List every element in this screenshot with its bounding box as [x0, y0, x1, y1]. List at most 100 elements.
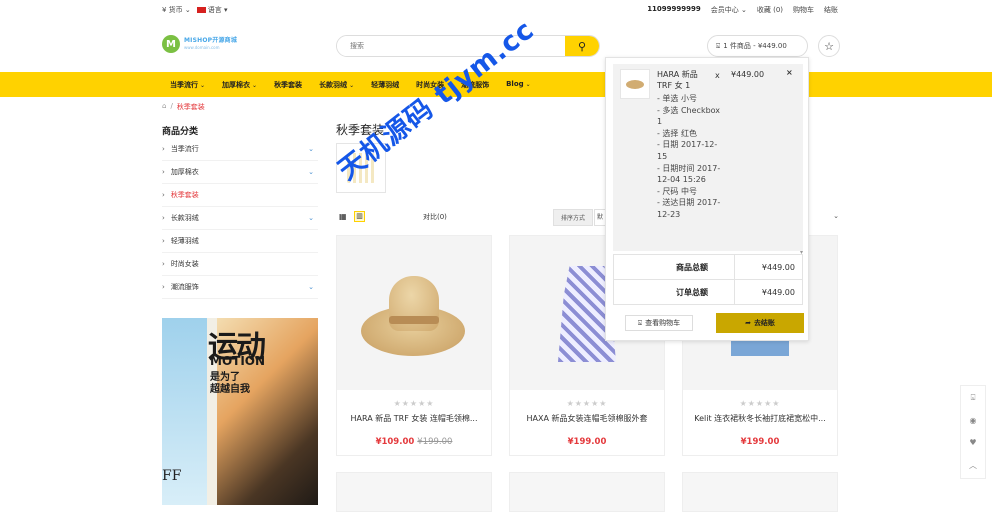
sidebar-category-item[interactable]: › 秋季套装 [162, 184, 318, 207]
chevron-down-icon: ⌄ [525, 81, 531, 88]
home-icon[interactable]: ⌂ [162, 102, 166, 112]
search-button[interactable]: ⚲ [565, 36, 599, 56]
checkout-link[interactable]: 结账 [824, 5, 838, 15]
expand-chevron-icon[interactable]: ⌄ [308, 214, 314, 222]
product-price: ¥199.00 [740, 437, 780, 447]
product-card[interactable] [682, 472, 838, 512]
cart-icon: ⌺ [637, 318, 643, 327]
category-list: › 当季流行 ⌄ › 加厚棉衣 ⌄ › 秋季套装 › 长款羽绒 ⌄ › 轻薄羽绒 › 时尚女装 › 潮流服饰 ⌄ [162, 138, 318, 299]
product-name[interactable]: HAXA 新品女装连帽毛领棉服外套 [514, 413, 660, 424]
product-card[interactable]: ★★★★★ HARA 新品 TRF 女装 连帽毛领棉... ¥109.00 ¥19… [336, 235, 492, 456]
expand-chevron-icon[interactable]: ⌄ [308, 283, 314, 291]
logo-mark-icon: M [162, 35, 180, 53]
subtotal-value: ¥449.00 [734, 254, 803, 280]
cart-item-qty: x [715, 71, 720, 80]
rating-stars: ★★★★★ [566, 399, 608, 408]
chevron-right-icon: › [162, 168, 165, 176]
nav-item[interactable]: 轻薄羽绒 [371, 80, 399, 90]
grid-view-icon[interactable]: ▥ [354, 211, 365, 222]
cart-dropdown: HARA 新品 TRF 女 1 x ¥449.00 × - 单选 小号 - 多选… [605, 57, 809, 341]
cart-item-name[interactable]: HARA 新品 TRF 女 1 [657, 69, 703, 91]
banner-fragment: FF [162, 468, 182, 484]
sidebar-category-item[interactable]: › 加厚棉衣 ⌄ [162, 161, 318, 184]
sidebar-category-item[interactable]: › 轻薄羽绒 [162, 230, 318, 253]
top-utility-bar: ¥ 货币 ⌄ 语言 ▾ 11099999999 会员中心 ⌄ 收藏 (0) 购物… [0, 0, 992, 20]
nav-item[interactable]: 当季流行 ⌄ [170, 80, 205, 90]
cart-item-option: - 选择 红色 [657, 128, 697, 138]
chevron-right-icon: › [162, 260, 165, 268]
heart-icon[interactable]: ♥ [969, 438, 976, 447]
banner-subheading: MOTION [210, 354, 266, 368]
nav-item[interactable]: 长款羽绒 ⌄ [319, 80, 354, 90]
chevron-down-icon: ⌄ [349, 82, 355, 89]
cart-item-option: - 日期 2017-12-15 [657, 140, 718, 161]
search-icon: ⚲ [577, 39, 587, 53]
table-row: 商品总额 ¥449.00 [613, 254, 803, 280]
sidebar-category-item[interactable]: › 潮流服饰 ⌄ [162, 276, 318, 299]
sidebar-promo-banner[interactable]: 运动 MOTION 是为了 超越自我 FF [162, 318, 318, 505]
site-logo[interactable]: M MISHOP开源商城 www.domain.com [162, 33, 257, 55]
cart-item-image[interactable] [620, 69, 650, 99]
nav-item[interactable]: 秋季套装 [274, 80, 302, 90]
breadcrumb: ⌂ / 秋季套装 [162, 102, 205, 112]
product-image[interactable] [337, 236, 491, 390]
view-cart-button[interactable]: ⌺ 查看购物车 [625, 315, 693, 331]
chevron-down-icon[interactable]: ⌄ [833, 212, 839, 220]
header-cart-button[interactable]: ⌺ 1 件商品 - ¥449.00 [707, 35, 808, 57]
nav-item[interactable]: Blog ⌄ [506, 80, 531, 90]
cart-item-list: HARA 新品 TRF 女 1 x ¥449.00 × - 单选 小号 - 多选… [613, 64, 803, 256]
cart-link[interactable]: 购物车 [793, 5, 814, 15]
account-links: 11099999999 会员中心 ⌄ 收藏 (0) 购物车 结账 [647, 5, 838, 15]
wishlist-button[interactable]: ☆ [818, 35, 840, 57]
main-nav-list: 当季流行 ⌄ 加厚棉衣 ⌄ 秋季套装 长款羽绒 ⌄ 轻薄羽绒 时尚女装 潮流服饰 Blog ⌄ [170, 80, 548, 90]
product-card[interactable] [509, 472, 665, 512]
product-name[interactable]: Kelit 连衣裙秋冬长袖打底裙宽松中... [687, 413, 833, 424]
cart-item-option: - 日期时间 2017-12-04 15:26 [657, 163, 721, 185]
product-name[interactable]: HARA 新品 TRF 女装 连帽毛领棉... [341, 413, 487, 424]
chevron-right-icon: › [162, 145, 165, 153]
member-center-link[interactable]: 会员中心 ⌄ [711, 5, 747, 15]
remove-item-icon[interactable]: × [786, 68, 793, 77]
sidebar-title: 商品分类 [162, 127, 199, 137]
sidebar-category-item[interactable]: › 当季流行 ⌄ [162, 138, 318, 161]
logo-url: www.domain.com [184, 45, 220, 50]
logo-name: MISHOP开源商城 [184, 37, 238, 44]
chevron-down-icon: ⌄ [200, 82, 206, 89]
cart-icon[interactable]: ⌺ [971, 393, 976, 403]
subtotal-label: 商品总额 [613, 254, 735, 280]
cart-item-price: ¥449.00 [731, 70, 765, 79]
sort-label: 排序方式 [553, 209, 593, 226]
table-row: 订单总额 ¥449.00 [613, 279, 803, 305]
breadcrumb-separator: / [170, 102, 173, 110]
chevron-right-icon: › [162, 191, 165, 199]
checkout-button[interactable]: ➦ 去结账 [716, 313, 804, 333]
locale-switchers: ¥ 货币 ⌄ 语言 ▾ [162, 5, 228, 15]
cart-item-option: - 尺码 中号 [657, 186, 697, 196]
language-switcher[interactable]: 语言 ▾ [196, 5, 228, 15]
banner-line: 超越自我 [210, 384, 250, 395]
sidebar-category-item[interactable]: › 长款羽绒 ⌄ [162, 207, 318, 230]
product-old-price: ¥199.00 [417, 437, 453, 447]
expand-chevron-icon[interactable]: ⌄ [308, 145, 314, 153]
product-price: ¥109.00 ¥199.00 [375, 437, 453, 447]
user-icon[interactable]: ◉ [970, 416, 977, 425]
product-card[interactable] [336, 472, 492, 512]
list-view-icon[interactable]: ▦ [339, 212, 347, 221]
chevron-right-icon: › [162, 237, 165, 245]
nav-item[interactable]: 加厚棉衣 ⌄ [222, 80, 257, 90]
breadcrumb-current[interactable]: 秋季套装 [177, 102, 205, 112]
sidebar-category-item[interactable]: › 时尚女装 [162, 253, 318, 276]
compare-link[interactable]: 对比(0) [423, 212, 447, 222]
header-cart-summary: 1 件商品 - ¥449.00 [723, 42, 787, 50]
product-price: ¥199.00 [567, 437, 607, 447]
main-nav: 当季流行 ⌄ 加厚棉衣 ⌄ 秋季套装 长款羽绒 ⌄ 轻薄羽绒 时尚女装 潮流服饰 Blog ⌄ [0, 72, 992, 97]
cart-item-option: - 单选 小号 [657, 94, 697, 103]
cart-item-options: - 单选 小号 - 多选 Checkbox 1 - 选择 红色 - 日期 201… [657, 93, 727, 221]
back-to-top-icon[interactable]: ︿ [969, 460, 977, 471]
expand-chevron-icon[interactable]: ⌄ [308, 168, 314, 176]
favorites-link[interactable]: 收藏 (0) [757, 5, 783, 15]
total-value: ¥449.00 [734, 279, 803, 305]
currency-switcher[interactable]: ¥ 货币 ⌄ [162, 5, 191, 15]
chevron-down-icon: ⌄ [252, 82, 258, 89]
cart-icon: ⌺ [716, 41, 721, 50]
